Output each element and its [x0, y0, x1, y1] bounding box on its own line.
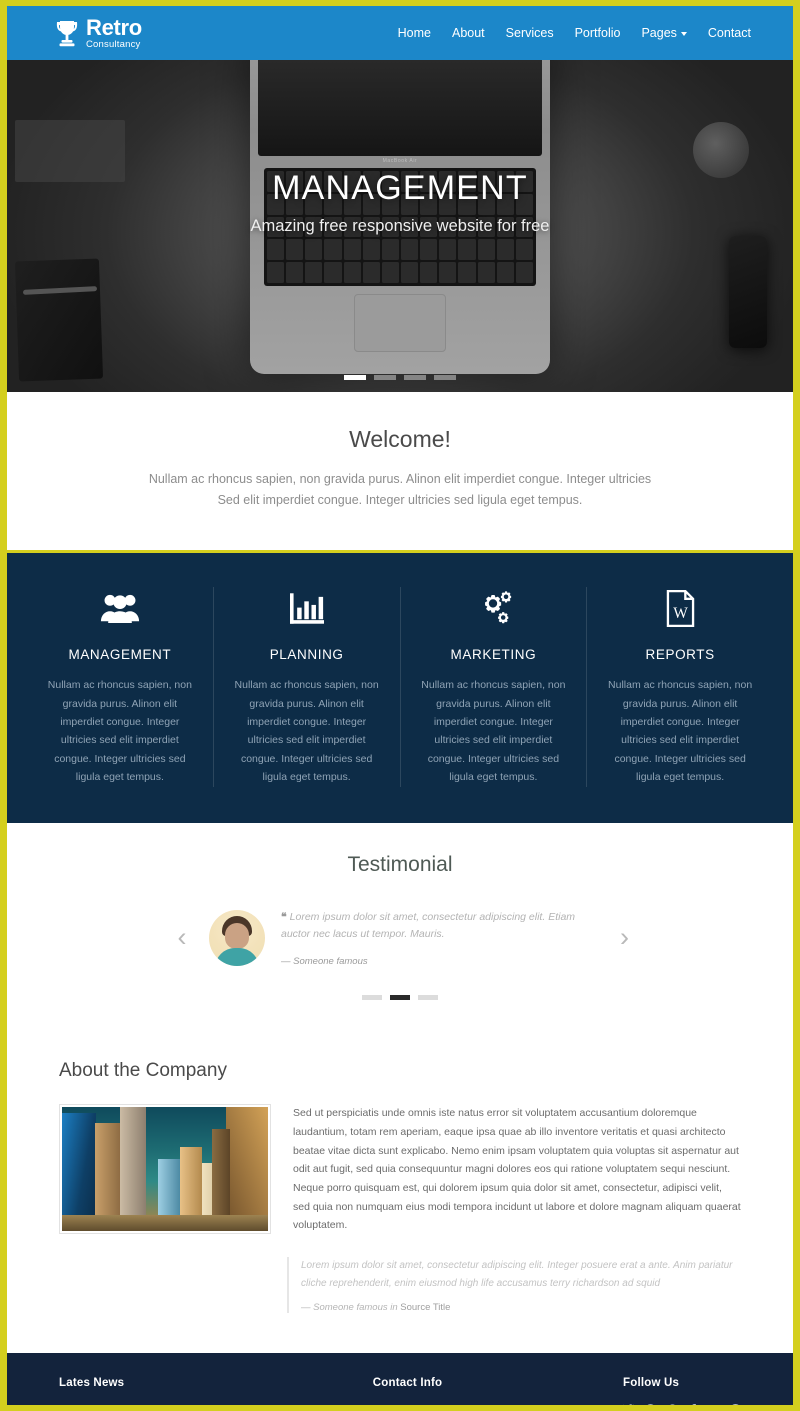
- avatar: [209, 909, 265, 966]
- social-icons: [623, 1404, 741, 1405]
- pinterest-icon[interactable]: [730, 1404, 741, 1405]
- welcome-line-2: Sed elit imperdiet congue. Integer ultri…: [217, 492, 583, 507]
- brand-text: Retro Consultancy: [86, 14, 142, 50]
- footer-contact-column: Contact Info Lorem ipsum dolor amet, con…: [373, 1377, 593, 1405]
- users-group-icon: [45, 587, 195, 629]
- testimonial-dot-1[interactable]: [362, 995, 382, 1001]
- services-section: MANAGEMENT Nullam ac rhoncus sapien, non…: [7, 550, 793, 823]
- nav-item-pages[interactable]: Pages: [641, 26, 687, 40]
- brand-name: Retro: [86, 14, 142, 40]
- testimonial-quote-block: ❝ Lorem ipsum dolor sit amet, consectetur…: [281, 909, 591, 968]
- nav-item-pages-label: Pages: [641, 26, 677, 40]
- service-text: Nullam ac rhoncus sapien, non gravida pu…: [47, 679, 192, 784]
- service-text: Nullam ac rhoncus sapien, non gravida pu…: [421, 679, 566, 784]
- welcome-line-1: Nullam ac rhoncus sapien, non gravida pu…: [148, 472, 652, 486]
- laptop-brand-label: MacBook Air: [382, 158, 418, 164]
- about-quote-author: — Someone famous in Source Title: [301, 1302, 741, 1313]
- quote-mark-icon: ❝: [281, 910, 287, 923]
- nav-item-about[interactable]: About: [452, 26, 485, 40]
- about-image: [59, 1104, 271, 1235]
- hero-dot-3[interactable]: [404, 375, 426, 380]
- twitter-icon[interactable]: [623, 1404, 634, 1405]
- hero-caption: MANAGEMENT Amazing free responsive websi…: [7, 169, 793, 236]
- about-quote-text: Lorem ipsum dolor sit amet, consectetur …: [301, 1260, 733, 1289]
- hero-slider: MacBook Air MANAGEMENT Amazing free resp…: [7, 60, 793, 392]
- testimonial-dot-2[interactable]: [390, 995, 410, 1001]
- testimonial-section: Testimonial ‹ ❝ Lorem ipsum dolor sit ame…: [7, 822, 793, 1035]
- testimonial-quote: ❝ Lorem ipsum dolor sit amet, consectetur…: [281, 909, 591, 945]
- testimonial-author: — Someone famous: [281, 956, 368, 968]
- testimonial-dots: [7, 995, 793, 1001]
- facebook-icon[interactable]: [689, 1404, 697, 1405]
- page-inner: Retro Consultancy Home About Services Po…: [7, 6, 793, 1405]
- testimonial-quote-text: Lorem ipsum dolor sit amet, consectetur …: [281, 910, 576, 941]
- about-quote-cite: Source Title: [400, 1302, 451, 1313]
- main-nav: Home About Services Portfolio Pages Cont…: [398, 26, 751, 40]
- service-text: Nullam ac rhoncus sapien, non gravida pu…: [608, 679, 753, 784]
- laptop-screen: [258, 60, 542, 156]
- about-paragraph: Sed ut perspiciatis unde omnis iste natu…: [293, 1107, 741, 1232]
- about-row: Sed ut perspiciatis unde omnis iste natu…: [59, 1104, 741, 1235]
- service-card-planning: PLANNING Nullam ac rhoncus sapien, non g…: [214, 587, 401, 787]
- nav-item-services[interactable]: Services: [506, 26, 554, 40]
- testimonial-carousel: ‹ ❝ Lorem ipsum dolor sit amet, consectet…: [7, 909, 793, 968]
- about-title: About the Company: [59, 1060, 227, 1082]
- youtube-icon[interactable]: [708, 1404, 719, 1405]
- site-footer: Lates News Lorem ipsum dolor amet, conse…: [7, 1353, 793, 1405]
- hero-dot-2[interactable]: [374, 375, 396, 380]
- service-title: MANAGEMENT: [68, 647, 172, 663]
- trophy-icon: [55, 20, 79, 47]
- chevron-left-icon[interactable]: ‹: [171, 924, 193, 951]
- site-header: Retro Consultancy Home About Services Po…: [7, 6, 793, 60]
- footer-contact-text: Lorem ipsum dolor amet, consectetur adip…: [373, 1404, 593, 1405]
- chevron-down-icon: [680, 31, 687, 36]
- about-blockquote: Lorem ipsum dolor sit amet, consectetur …: [287, 1257, 741, 1313]
- hero-title: MANAGEMENT: [272, 169, 528, 207]
- desk-phone: [729, 236, 767, 348]
- github-icon[interactable]: [667, 1404, 678, 1405]
- word-file-icon: W: [605, 587, 755, 629]
- footer-contact-title: Contact Info: [372, 1377, 443, 1389]
- desk-object-left: [14, 258, 104, 382]
- chevron-right-icon[interactable]: ›: [607, 924, 629, 951]
- dribbble-icon[interactable]: [645, 1404, 656, 1405]
- nav-item-contact[interactable]: Contact: [708, 26, 751, 40]
- nav-item-portfolio[interactable]: Portfolio: [575, 26, 621, 40]
- service-title: REPORTS: [645, 647, 715, 663]
- footer-news-column: Lates News Lorem ipsum dolor amet, conse…: [59, 1377, 343, 1405]
- hero-dot-4[interactable]: [434, 375, 456, 380]
- brand-logo[interactable]: Retro Consultancy: [55, 14, 142, 50]
- page-frame: Retro Consultancy Home About Services Po…: [0, 0, 800, 1411]
- footer-social-column: Follow Us: [623, 1377, 741, 1405]
- footer-news-text: Lorem ipsum dolor amet, consectetur adip…: [59, 1404, 343, 1405]
- about-quote-author-text: — Someone famous in: [301, 1302, 398, 1313]
- city-skyline-photo: [62, 1107, 268, 1232]
- hero-dot-1[interactable]: [344, 375, 366, 380]
- bar-chart-icon: [232, 587, 382, 629]
- service-title: MARKETING: [450, 647, 537, 663]
- footer-news-title: Lates News: [59, 1377, 125, 1389]
- service-card-management: MANAGEMENT Nullam ac rhoncus sapien, non…: [27, 587, 214, 787]
- service-card-marketing: MARKETING Nullam ac rhoncus sapien, non …: [401, 587, 588, 787]
- hero-subtitle: Amazing free responsive website for free: [250, 217, 550, 236]
- gears-icon: [419, 587, 569, 629]
- service-title: PLANNING: [269, 647, 344, 663]
- testimonial-dot-3[interactable]: [418, 995, 438, 1001]
- hero-slider-dots: [7, 375, 793, 380]
- laptop-trackpad: [354, 294, 446, 352]
- about-section: About the Company Sed ut perspiciatis un…: [7, 1034, 793, 1353]
- testimonial-title: Testimonial: [347, 852, 453, 876]
- nav-item-home[interactable]: Home: [398, 26, 431, 40]
- footer-social-title: Follow Us: [623, 1377, 680, 1389]
- service-card-reports: W REPORTS Nullam ac rhoncus sapien, non …: [587, 587, 773, 786]
- service-text: Nullam ac rhoncus sapien, non gravida pu…: [234, 679, 379, 784]
- brand-subtitle: Consultancy: [86, 38, 141, 50]
- welcome-section: Welcome! Nullam ac rhoncus sapien, non g…: [7, 392, 793, 551]
- svg-text:W: W: [673, 605, 688, 622]
- welcome-title: Welcome!: [349, 426, 451, 452]
